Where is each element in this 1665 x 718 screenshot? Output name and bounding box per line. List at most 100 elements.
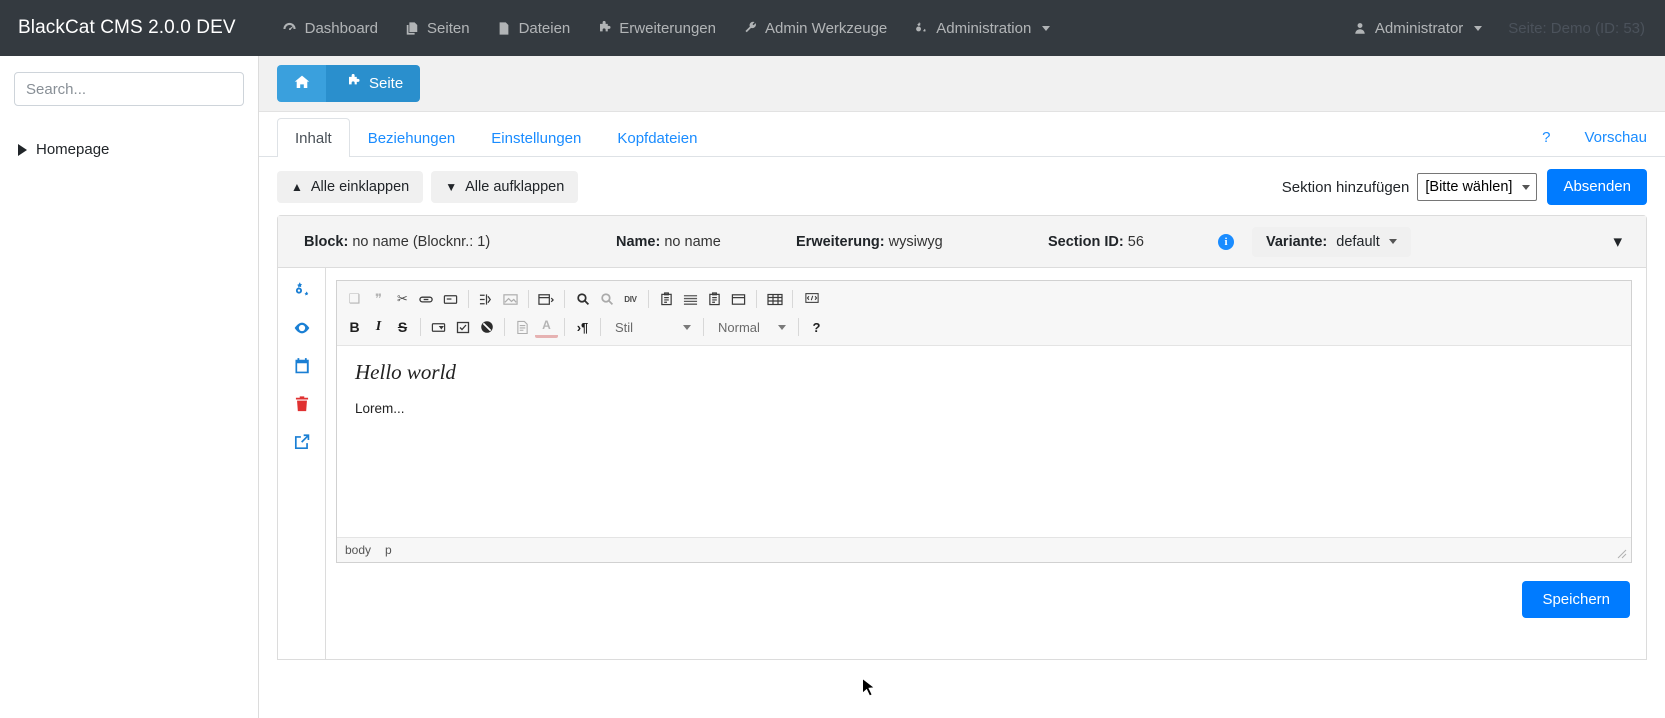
home-icon [293, 74, 311, 93]
ckeditor: ❑ ❞ ✂ DIV B I S A ›¶ Stil Normal ? Hello… [336, 280, 1632, 563]
breadcrumb-separator [326, 65, 340, 102]
image-icon[interactable] [499, 288, 522, 310]
source-code-button[interactable] [799, 290, 829, 309]
add-section-group: Sektion hinzufügen [Bitte wählen] Absend… [1282, 169, 1647, 205]
tab-beziehungen[interactable]: Beziehungen [350, 118, 474, 158]
style-combo-label: Stil [615, 319, 634, 335]
section-block-body: ❑ ❞ ✂ DIV B I S A ›¶ Stil Normal ? Hello… [278, 268, 1646, 659]
submit-button[interactable]: Absenden [1547, 169, 1647, 205]
templates-icon[interactable] [535, 288, 558, 310]
section-type-value: [Bitte wählen] [1425, 179, 1513, 195]
tab-kopfdateien[interactable]: Kopfdateien [599, 118, 715, 158]
collapse-all-button[interactable]: ▲ Alle einklappen [277, 170, 424, 204]
files-icon [496, 20, 512, 36]
source-icon [805, 292, 819, 307]
info-icon[interactable]: i [1218, 233, 1234, 250]
chevron-up-icon: ▲ [291, 180, 303, 194]
form-field-icon[interactable] [427, 316, 450, 338]
document-icon[interactable] [511, 316, 534, 338]
section-block-card: Block: no name (Blocknr.: 1) Name: no na… [277, 215, 1647, 660]
collapse-block-button[interactable]: ▾ [1605, 232, 1630, 252]
block-key: Block: [304, 233, 349, 250]
user-menu[interactable]: Administrator [1352, 20, 1483, 37]
blockquote-icon[interactable]: ❞ [367, 288, 390, 310]
justify-icon[interactable] [679, 288, 702, 310]
paste-text-icon[interactable] [655, 288, 678, 310]
expand-all-button[interactable]: ▼ Alle aufklappen [431, 170, 579, 204]
main-nav: Dashboard Seiten Dateien Erweiterungen A [282, 20, 1051, 37]
pages-icon [404, 20, 420, 36]
tab-bar: Inhalt Beziehungen Einstellungen Kopfdat… [259, 112, 1665, 157]
indent-icon[interactable] [475, 288, 498, 310]
strikethrough-icon[interactable]: S [391, 316, 414, 338]
format-combo[interactable]: Normal [712, 316, 790, 338]
variant-dropdown[interactable]: Variante: default [1252, 226, 1411, 257]
dashboard-icon [282, 20, 298, 36]
ckeditor-toolbar: ❑ ❞ ✂ DIV B I S A ›¶ Stil Normal ? [337, 281, 1631, 346]
content-heading: Hello world [355, 360, 456, 384]
page-tree: Homepage [14, 141, 244, 158]
bold-icon[interactable]: B [343, 316, 366, 338]
trash-icon[interactable] [292, 394, 312, 414]
tab-inhalt[interactable]: Inhalt [277, 117, 350, 157]
section-id-key: Section ID: [1048, 233, 1124, 250]
toolbar-separator [792, 290, 793, 308]
triangle-right-icon[interactable] [18, 143, 27, 156]
italic-icon[interactable]: I [367, 316, 390, 338]
path-item-p[interactable]: p [385, 543, 392, 557]
path-item-body[interactable]: body [345, 543, 371, 557]
toolbar-separator [528, 290, 529, 308]
resize-grip[interactable] [1615, 547, 1627, 559]
scissors-icon[interactable]: ✂ [391, 288, 414, 310]
nav-item-administration[interactable]: Administration [913, 20, 1051, 37]
bidi-rtl-icon[interactable]: ›¶ [571, 316, 594, 338]
tab-einstellungen[interactable]: Einstellungen [473, 118, 599, 158]
breadcrumb-page-label: Seite [369, 75, 404, 92]
block-value: no name (Blocknr.: 1) [352, 233, 491, 250]
toolbar-separator [600, 318, 601, 336]
breadcrumb: Seite [277, 65, 421, 102]
unlink-icon[interactable] [439, 288, 462, 310]
paste-icon[interactable]: ❑ [343, 288, 366, 310]
breadcrumb-home[interactable] [277, 65, 326, 102]
paste-word-icon[interactable] [703, 288, 726, 310]
page-break-icon[interactable] [727, 288, 750, 310]
calendar-icon[interactable] [292, 356, 312, 376]
gears-icon[interactable] [292, 280, 312, 300]
section-type-select[interactable]: [Bitte wählen] [1417, 173, 1538, 201]
help-link[interactable]: ? [1542, 129, 1550, 146]
remove-format-icon[interactable] [475, 316, 498, 338]
puzzle-icon [596, 20, 612, 36]
block-meta: Block: no name (Blocknr.: 1) [304, 234, 616, 250]
tree-item-homepage[interactable]: Homepage [14, 141, 244, 158]
breadcrumb-page[interactable]: Seite [340, 65, 421, 102]
toolbar-separator [564, 290, 565, 308]
text-color-icon[interactable]: A [535, 316, 558, 338]
gears-icon [913, 20, 929, 36]
div-icon[interactable]: DIV [619, 288, 642, 310]
nav-item-admin-werkzeuge[interactable]: Admin Werkzeuge [742, 20, 887, 37]
name-value: no name [664, 233, 721, 250]
external-link-icon[interactable] [292, 432, 312, 452]
nav-item-dashboard[interactable]: Dashboard [282, 20, 378, 37]
nav-item-dateien[interactable]: Dateien [496, 20, 570, 37]
toolbar-separator [564, 318, 565, 336]
puzzle-icon [346, 73, 361, 93]
style-combo[interactable]: Stil [609, 316, 695, 338]
editor-actions: Speichern [336, 563, 1632, 618]
checkbox-icon[interactable] [451, 316, 474, 338]
ckeditor-content[interactable]: Hello world Lorem... [337, 346, 1631, 537]
replace-icon[interactable] [595, 288, 618, 310]
search-input[interactable] [14, 72, 244, 106]
save-button[interactable]: Speichern [1522, 581, 1630, 618]
table-icon[interactable] [763, 288, 786, 310]
ckeditor-toolbar-row-1: ❑ ❞ ✂ DIV [343, 285, 1625, 313]
preview-link[interactable]: Vorschau [1584, 129, 1647, 146]
add-section-label: Sektion hinzufügen [1281, 178, 1410, 196]
nav-item-seiten[interactable]: Seiten [404, 20, 470, 37]
help-icon[interactable]: ? [805, 316, 828, 338]
find-icon[interactable] [571, 288, 594, 310]
eye-icon[interactable] [292, 318, 312, 338]
nav-item-erweiterungen[interactable]: Erweiterungen [596, 20, 716, 37]
link-icon[interactable] [415, 288, 438, 310]
